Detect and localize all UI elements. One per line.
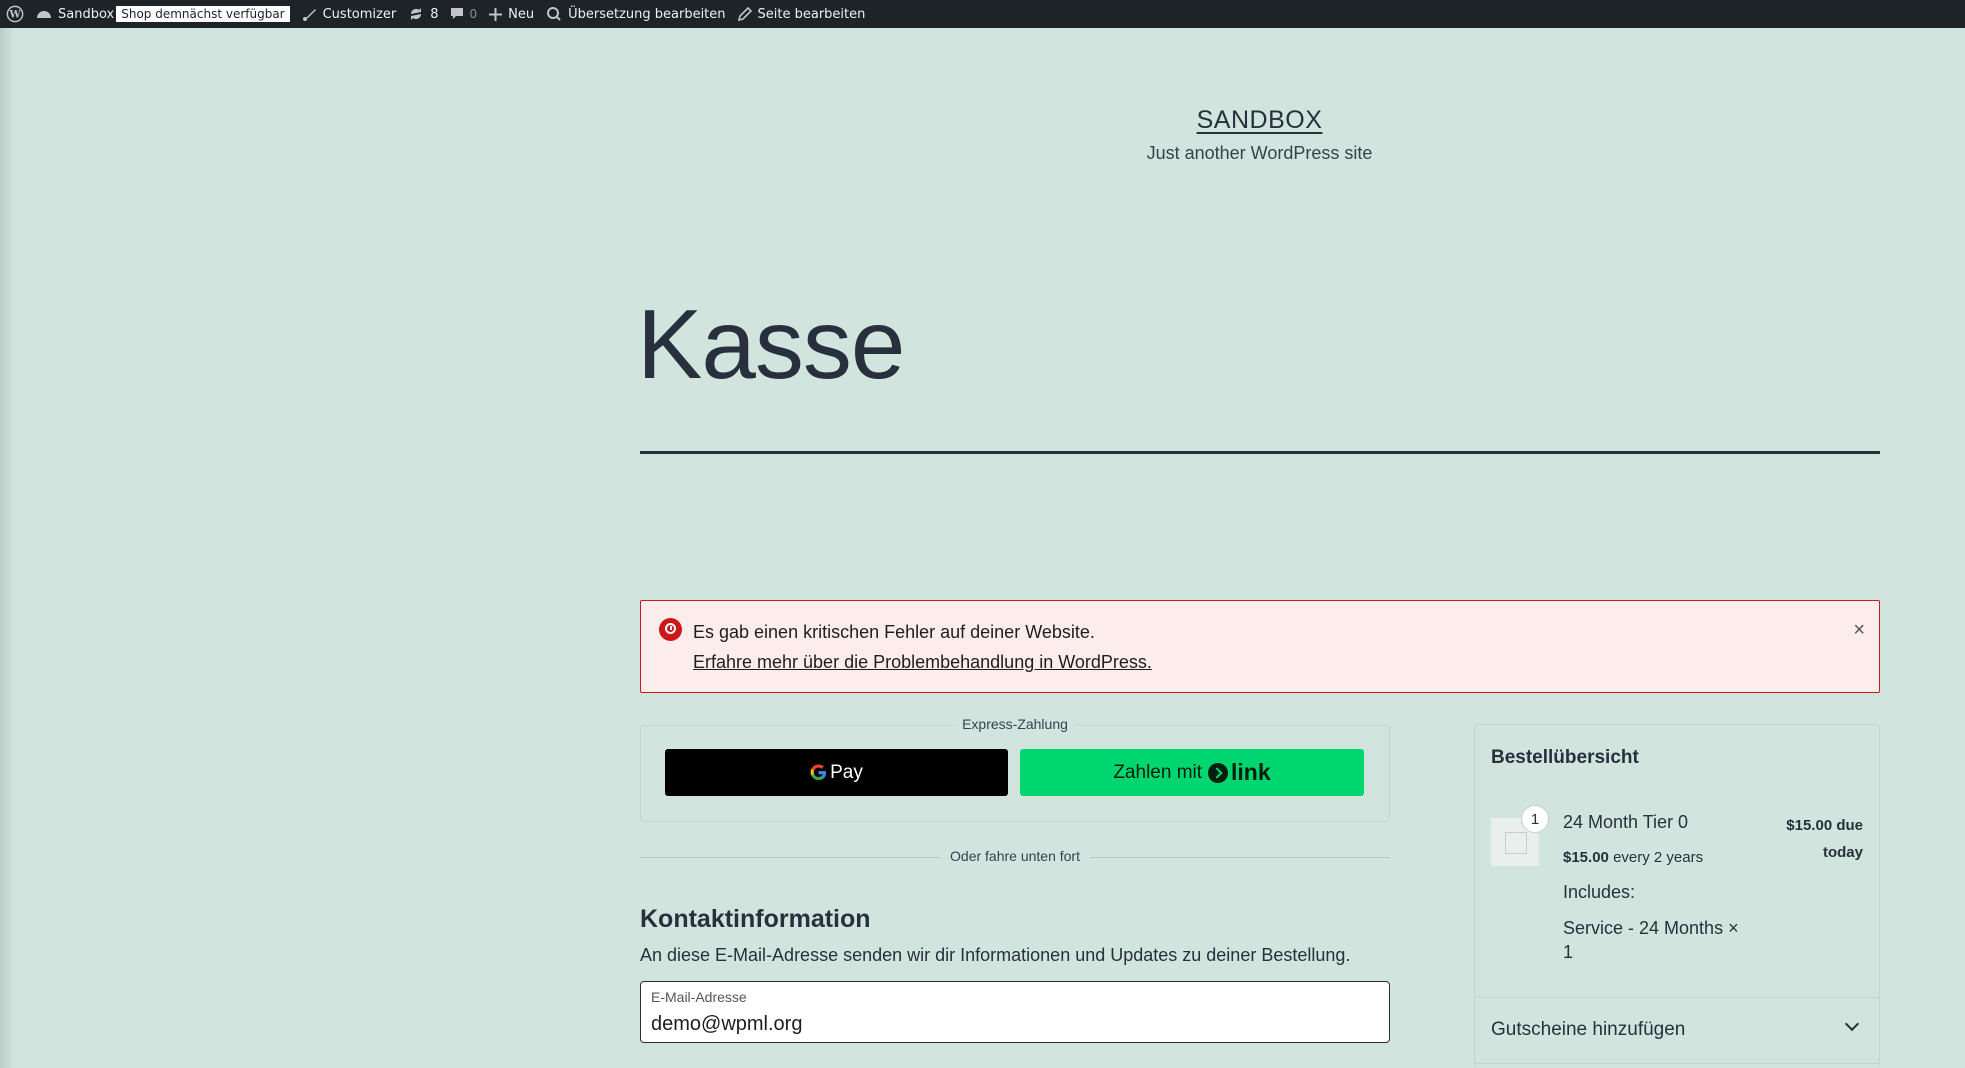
link-logo-text: link [1231, 759, 1271, 785]
updates-count: 8 [430, 6, 439, 22]
translation-link[interactable]: Übersetzung bearbeiten [540, 0, 731, 28]
subscription-price: $15.00 every 2 years [1563, 849, 1703, 866]
included-service: Service - 24 Months × 1 [1563, 918, 1739, 962]
add-coupons-toggle[interactable]: Gutscheine hinzufügen [1491, 1019, 1685, 1041]
new-label: Neu [508, 6, 535, 22]
contact-heading: Kontaktinformation [640, 905, 871, 933]
coming-soon-badge: Shop demnächst verfügbar [116, 6, 290, 22]
google-pay-label: Pay [830, 761, 863, 783]
close-icon[interactable]: × [1853, 619, 1865, 642]
brush-icon [302, 8, 316, 21]
dashboard-icon [37, 11, 51, 18]
comments-link[interactable]: 0 [444, 0, 483, 28]
troubleshooting-link[interactable]: Erfahre mehr über die Problembehandlung … [693, 652, 1152, 673]
email-field-value[interactable]: demo@wpml.org [651, 1013, 802, 1036]
subscription-amount: $15.00 [1563, 849, 1609, 866]
order-summary-title: Bestellübersicht [1491, 747, 1639, 768]
summary-divider [1475, 997, 1879, 998]
customizer-link[interactable]: Customizer [296, 0, 403, 28]
express-payment-label: Express-Zahlung [954, 716, 1076, 732]
customizer-label: Customizer [322, 6, 397, 22]
continue-divider-label: Oder fahre unten fort [940, 848, 1090, 864]
pay-with-label: Zahlen mit [1113, 761, 1203, 783]
site-name-label: Sandbox [58, 6, 115, 22]
error-notice: Es gab einen kritischen Fehler auf deine… [640, 600, 1880, 693]
includes-label: Includes: [1563, 882, 1636, 902]
link-arrow-icon [1208, 762, 1229, 783]
title-separator [640, 451, 1880, 454]
edit-page-label: Seite bearbeiten [757, 6, 866, 22]
quantity-badge: 1 [1521, 805, 1549, 833]
left-edge-shadow [0, 28, 14, 1068]
translate-icon [547, 7, 561, 21]
summary-divider-bottom [1475, 1063, 1879, 1064]
site-title: SANDBOX [0, 106, 1965, 135]
comments-count: 0 [469, 7, 478, 21]
product-name: 24 Month Tier 0 [1563, 812, 1689, 832]
error-icon [659, 618, 682, 641]
svg-text:W: W [8, 10, 21, 21]
page-title: Kasse [637, 289, 905, 399]
order-summary-panel: Bestellübersicht 1 24 Month Tier 0 $15.0… [1474, 724, 1880, 1068]
error-message: Es gab einen kritischen Fehler auf deine… [693, 622, 1095, 642]
price-today-line: today [1822, 844, 1863, 861]
plus-icon [489, 7, 503, 21]
email-field-label: E-Mail-Adresse [651, 989, 747, 1005]
site-description: Just another WordPress site [1146, 143, 1373, 163]
pencil-icon [737, 7, 752, 21]
new-content-link[interactable]: Neu [483, 0, 540, 28]
contact-description: An diese E-Mail-Adresse senden wir dir I… [640, 945, 1351, 965]
edit-page-link[interactable]: Seite bearbeiten [732, 0, 872, 28]
email-field[interactable]: E-Mail-Adresse demo@wpml.org [640, 981, 1390, 1043]
chevron-down-icon[interactable] [1844, 1016, 1860, 1032]
express-payment-legend: Express-Zahlung [0, 716, 1390, 732]
updates-icon [411, 8, 422, 20]
updates-link[interactable]: 8 [402, 0, 444, 28]
wordpress-logo-icon[interactable]: W [0, 0, 30, 28]
admin-bar: W Sandbox Shop demnächst verfügbar Custo… [0, 0, 1965, 28]
subscription-period: every 2 years [1613, 849, 1704, 866]
product-price: $15.00 due today [1786, 812, 1863, 866]
comment-icon [451, 8, 464, 19]
site-title-link[interactable]: SANDBOX [1197, 106, 1323, 134]
google-pay-button[interactable]: Pay [665, 749, 1008, 796]
google-g-icon [810, 764, 827, 781]
price-due-line: $15.00 due [1786, 817, 1863, 834]
admin-bar-site-link[interactable]: Sandbox Shop demnächst verfügbar [30, 0, 296, 28]
pay-with-link-button[interactable]: Zahlen mit link [1020, 749, 1364, 796]
translation-label: Übersetzung bearbeiten [568, 6, 726, 22]
